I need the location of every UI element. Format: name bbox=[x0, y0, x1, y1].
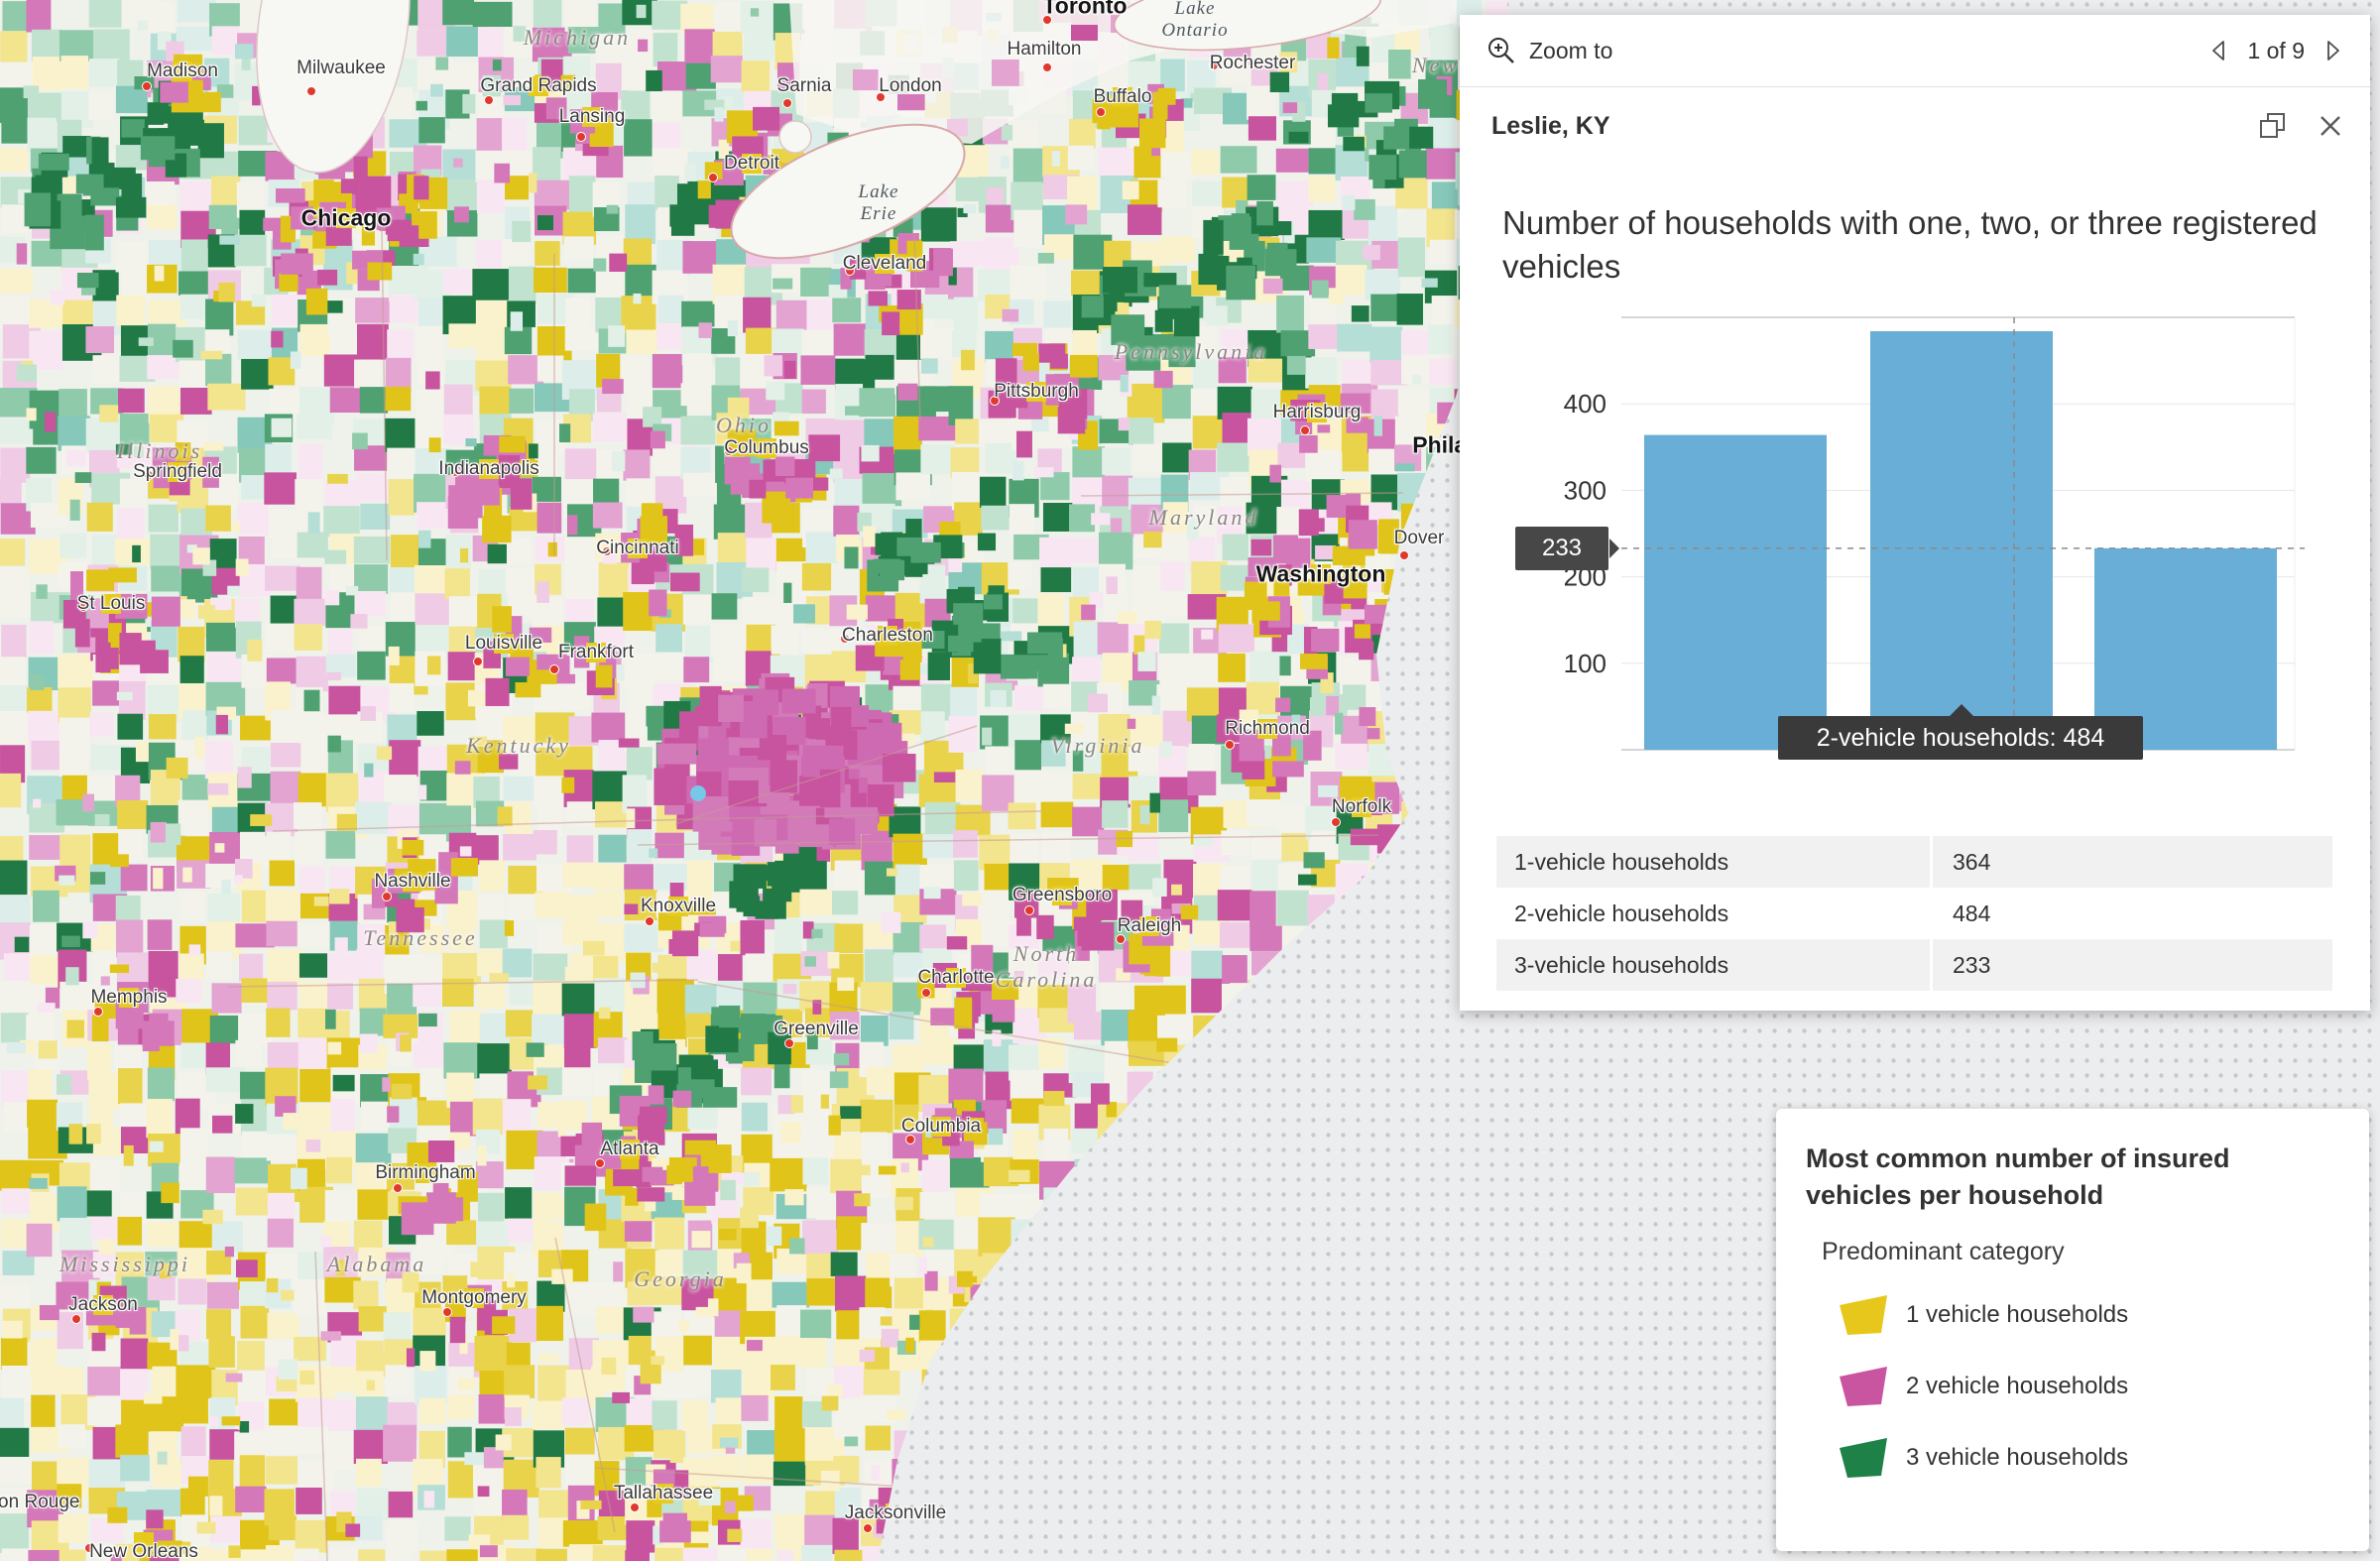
city-dot bbox=[782, 98, 792, 108]
city-dot bbox=[142, 81, 152, 91]
city-dot bbox=[645, 916, 654, 926]
legend-item: 3 vehicle households bbox=[1837, 1435, 2339, 1481]
attribute-table: 1-vehicle households 364 2-vehicle house… bbox=[1496, 836, 2332, 991]
legend-swatch-3-vehicle bbox=[1840, 1438, 1887, 1478]
city-dot bbox=[845, 266, 855, 276]
city-dot bbox=[1096, 107, 1106, 117]
chart-tooltip: 2-vehicle households: 484 bbox=[1778, 704, 2143, 760]
city-dot bbox=[1116, 934, 1126, 944]
zoom-to-label: Zoom to bbox=[1529, 37, 1613, 63]
city-dot bbox=[473, 657, 483, 666]
y-axis-tick: 300 bbox=[1564, 475, 1606, 505]
city-dot bbox=[144, 470, 154, 480]
popup-titlebar: Leslie, KY bbox=[1491, 110, 2344, 142]
city-dot bbox=[630, 1502, 640, 1512]
city-dot bbox=[84, 1543, 94, 1553]
bar-2-vehicle-households[interactable] bbox=[1870, 330, 2053, 750]
city-dot bbox=[306, 86, 316, 96]
legend-item-label: 1 vehicle households bbox=[1906, 1301, 2129, 1328]
city-dot bbox=[990, 396, 1000, 406]
legend-item: 2 vehicle households bbox=[1837, 1364, 2339, 1409]
y-axis-hover-badge: 233 bbox=[1515, 526, 1619, 570]
legend-title: Most common number of insured vehicles p… bbox=[1806, 1143, 2230, 1210]
city-dot bbox=[724, 446, 734, 456]
legend-panel: Most common number of insured vehicles p… bbox=[1776, 1109, 2369, 1551]
city-dot bbox=[450, 467, 460, 477]
attribute-value: 233 bbox=[1933, 939, 2332, 991]
city-dot bbox=[1331, 817, 1341, 827]
attribute-name: 3-vehicle households bbox=[1496, 939, 1930, 991]
chevron-left-icon[interactable] bbox=[2207, 39, 2231, 62]
city-dot bbox=[484, 95, 494, 105]
city-dot bbox=[921, 988, 931, 998]
city-dot bbox=[549, 664, 559, 674]
legend-swatch-2-vehicle bbox=[1840, 1367, 1887, 1406]
pagination-label: 1 of 9 bbox=[2247, 37, 2305, 63]
city-dot bbox=[840, 634, 850, 644]
table-row: 2-vehicle households 484 bbox=[1496, 888, 2332, 939]
magnify-plus-icon bbox=[1488, 38, 1514, 63]
city-dot bbox=[1042, 15, 1052, 25]
city-dot bbox=[876, 92, 886, 102]
y-axis-tick: 400 bbox=[1564, 389, 1606, 419]
city-dot bbox=[382, 892, 392, 901]
city-dot bbox=[595, 1158, 605, 1168]
popup-pager: 1 of 9 bbox=[2207, 38, 2344, 64]
popup-panel: Zoom to 1 of 9 Leslie, KY Number of hous… bbox=[1460, 15, 2370, 1011]
close-icon[interactable] bbox=[2317, 112, 2344, 140]
city-dot bbox=[1209, 60, 1219, 70]
chevron-right-icon[interactable] bbox=[2320, 39, 2344, 62]
dock-icon[interactable] bbox=[2257, 110, 2289, 142]
table-row: 1-vehicle households 364 bbox=[1496, 836, 2332, 888]
city-dot bbox=[576, 132, 586, 142]
city-dot bbox=[708, 173, 718, 182]
popup-toolbar: Zoom to 1 of 9 bbox=[1460, 15, 2370, 87]
city-dot bbox=[784, 1038, 794, 1048]
table-row: 3-vehicle households 233 bbox=[1496, 939, 2332, 991]
legend-item: 1 vehicle households bbox=[1837, 1292, 2339, 1338]
attribute-value: 484 bbox=[1933, 888, 2332, 939]
city-dot bbox=[905, 1135, 915, 1144]
attribute-name: 2-vehicle households bbox=[1496, 888, 1930, 939]
city-dot bbox=[1399, 550, 1409, 560]
city-dot bbox=[71, 1314, 81, 1324]
popup-title: Leslie, KY bbox=[1491, 111, 1610, 140]
city-dot bbox=[1225, 740, 1235, 750]
city-dot bbox=[93, 1007, 103, 1017]
city-dot bbox=[442, 1307, 452, 1317]
city-dot bbox=[1024, 905, 1034, 915]
bar-1-vehicle-households[interactable] bbox=[1644, 434, 1827, 750]
attribute-name: 1-vehicle households bbox=[1496, 836, 1930, 888]
city-dot bbox=[863, 1523, 873, 1533]
legend-subtitle: Predominant category bbox=[1822, 1238, 2065, 1265]
map-application: Michigan Madison Milwaukee Grand Rapids Lans… bbox=[0, 0, 2380, 1561]
attribute-value: 364 bbox=[1933, 836, 2332, 888]
zoom-to-button[interactable]: Zoom to bbox=[1486, 35, 1612, 66]
city-dot bbox=[1300, 425, 1310, 435]
legend-item-label: 2 vehicle households bbox=[1906, 1373, 2129, 1399]
city-dot bbox=[78, 602, 88, 612]
city-dot bbox=[393, 1183, 403, 1193]
y-axis-tick: 100 bbox=[1564, 649, 1606, 678]
legend-item-label: 3 vehicle households bbox=[1906, 1444, 2129, 1471]
city-dot bbox=[602, 546, 612, 556]
city-dot bbox=[1042, 62, 1052, 72]
chart-title: Number of households with one, two, or t… bbox=[1502, 204, 2318, 285]
legend-swatch-1-vehicle bbox=[1840, 1295, 1887, 1335]
